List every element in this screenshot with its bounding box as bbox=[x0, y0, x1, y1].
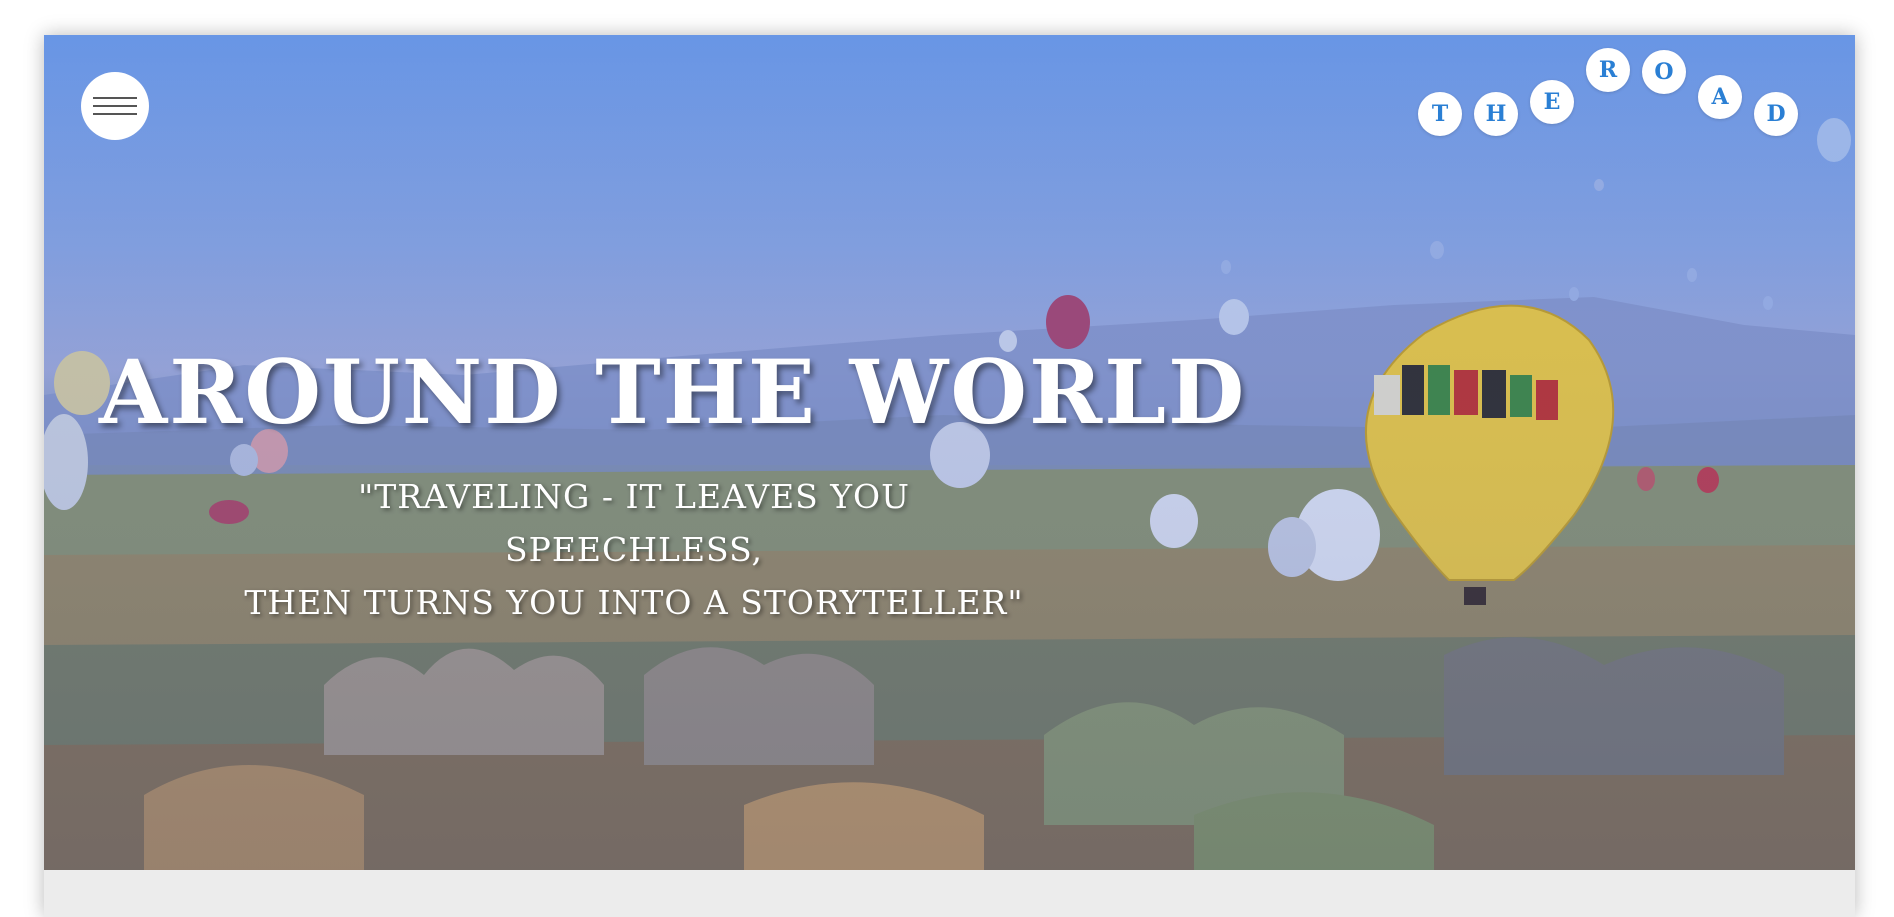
hero-title: AROUND THE WORLD bbox=[99, 340, 1247, 444]
hamburger-icon-line bbox=[93, 105, 137, 107]
hero-section: T H E R O A D AROUND THE WORLD "TRAVELIN… bbox=[44, 35, 1855, 870]
hero-quote-line-2: THEN TURNS YOU INTO A STORYTELLER" bbox=[244, 583, 1024, 622]
hero-quote: "TRAVELING - IT LEAVES YOU SPEECHLESS, T… bbox=[234, 470, 1034, 629]
hamburger-icon bbox=[93, 97, 137, 99]
hamburger-icon-line bbox=[93, 113, 137, 115]
menu-button[interactable] bbox=[81, 72, 149, 140]
page-frame: T H E R O A D AROUND THE WORLD "TRAVELIN… bbox=[44, 35, 1855, 917]
hero-overlay bbox=[44, 35, 1855, 870]
hero-quote-line-1: "TRAVELING - IT LEAVES YOU SPEECHLESS, bbox=[358, 477, 910, 569]
